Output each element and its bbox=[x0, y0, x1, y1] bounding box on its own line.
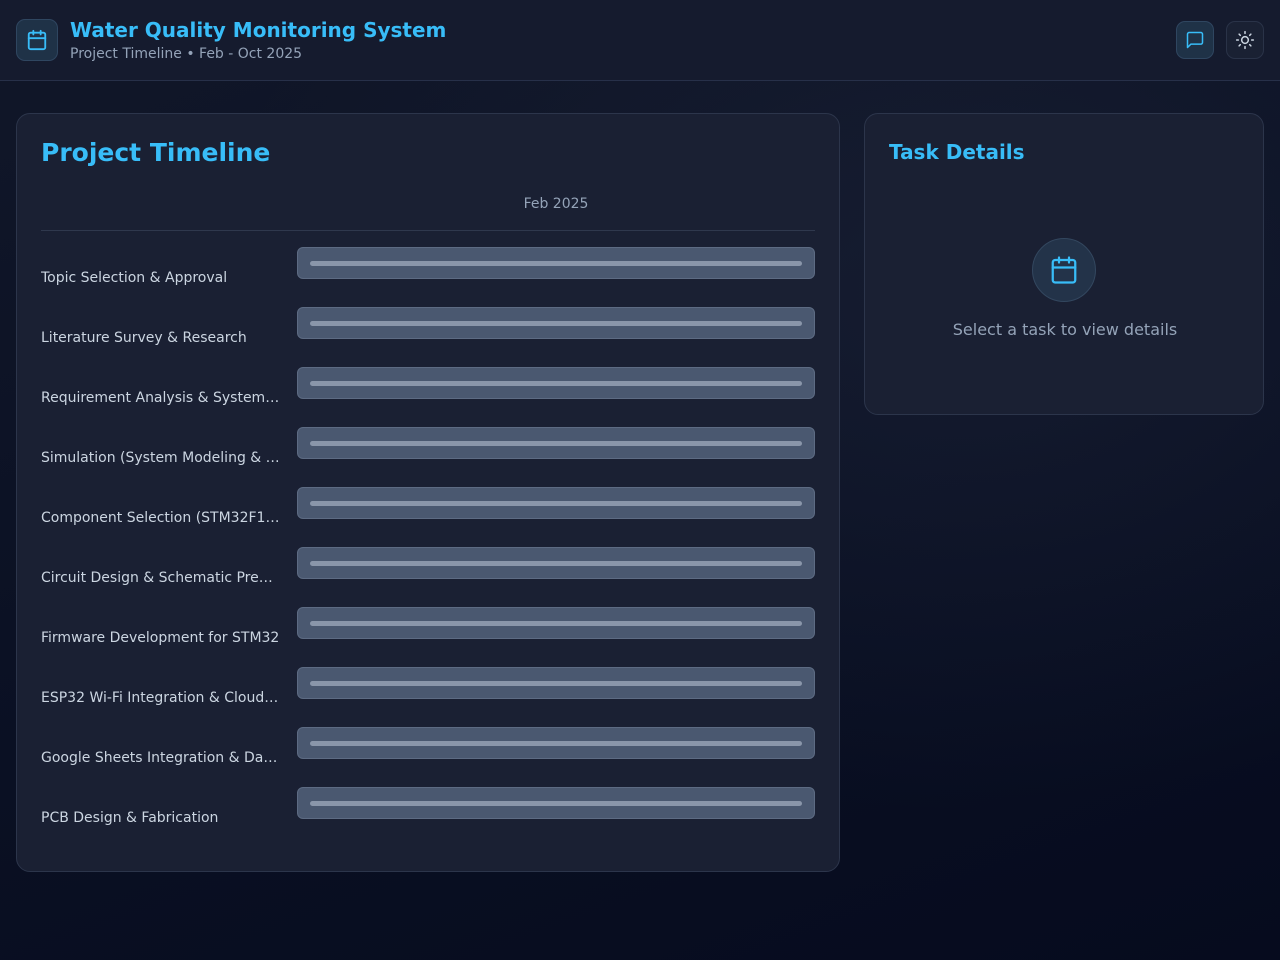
timeline-title: Project Timeline bbox=[41, 138, 271, 167]
task-progress bbox=[310, 741, 802, 746]
empty-state-text: Select a task to view details bbox=[952, 320, 1178, 339]
task-bar[interactable] bbox=[297, 727, 815, 759]
task-bar[interactable] bbox=[297, 247, 815, 279]
details-title: Task Details bbox=[889, 140, 1025, 164]
task-progress bbox=[310, 621, 802, 626]
theme-toggle-button[interactable] bbox=[1226, 21, 1264, 59]
task-row[interactable]: ESP32 Wi-Fi Integration & Cloud Upload bbox=[41, 667, 815, 707]
timeline-divider bbox=[41, 230, 815, 231]
app-subtitle: Project Timeline • Feb - Oct 2025 bbox=[70, 46, 303, 62]
sun-icon bbox=[1235, 30, 1255, 50]
task-bar[interactable] bbox=[297, 607, 815, 639]
task-bar[interactable] bbox=[297, 547, 815, 579]
task-label: Google Sheets Integration & Data Logging bbox=[41, 750, 281, 766]
task-label: ESP32 Wi-Fi Integration & Cloud Upload bbox=[41, 690, 281, 706]
chat-button[interactable] bbox=[1176, 21, 1214, 59]
app-header: Water Quality Monitoring System Project … bbox=[0, 0, 1280, 81]
task-row[interactable]: Google Sheets Integration & Data Logging bbox=[41, 727, 815, 767]
task-row[interactable]: PCB Design & Fabrication bbox=[41, 787, 815, 827]
task-progress bbox=[310, 441, 802, 446]
month-label: Feb 2025 bbox=[523, 196, 589, 212]
app-title: Water Quality Monitoring System bbox=[70, 18, 447, 42]
timeline-card: Project Timeline Feb 2025 Topic Selectio… bbox=[16, 113, 840, 872]
task-row[interactable]: Component Selection (STM32F103, ESP32, S… bbox=[41, 487, 815, 527]
task-row[interactable]: Simulation (System Modeling & Testing) bbox=[41, 427, 815, 467]
task-row[interactable]: Topic Selection & Approval bbox=[41, 247, 815, 287]
calendar-icon bbox=[16, 19, 58, 61]
task-bar[interactable] bbox=[297, 367, 815, 399]
task-progress bbox=[310, 681, 802, 686]
task-bar[interactable] bbox=[297, 667, 815, 699]
task-bar[interactable] bbox=[297, 427, 815, 459]
task-progress bbox=[310, 501, 802, 506]
task-label: Component Selection (STM32F103, ESP32, S… bbox=[41, 510, 281, 526]
task-progress bbox=[310, 561, 802, 566]
calendar-icon bbox=[1032, 238, 1096, 302]
task-bar[interactable] bbox=[297, 487, 815, 519]
task-label: Simulation (System Modeling & Testing) bbox=[41, 450, 281, 466]
task-bar[interactable] bbox=[297, 787, 815, 819]
task-progress bbox=[310, 261, 802, 266]
task-label: Literature Survey & Research bbox=[41, 330, 247, 346]
task-row[interactable]: Requirement Analysis & System Design bbox=[41, 367, 815, 407]
task-row[interactable]: Firmware Development for STM32 bbox=[41, 607, 815, 647]
task-label: Requirement Analysis & System Design bbox=[41, 390, 281, 406]
task-label: Circuit Design & Schematic Preparation bbox=[41, 570, 281, 586]
message-square-icon bbox=[1186, 31, 1204, 49]
task-label: Firmware Development for STM32 bbox=[41, 630, 280, 646]
task-row[interactable]: Circuit Design & Schematic Preparation bbox=[41, 547, 815, 587]
task-progress bbox=[310, 381, 802, 386]
task-progress bbox=[310, 801, 802, 806]
task-row[interactable]: Literature Survey & Research bbox=[41, 307, 815, 347]
task-label: PCB Design & Fabrication bbox=[41, 810, 219, 826]
task-bar[interactable] bbox=[297, 307, 815, 339]
task-details-card: Task Details Select a task to view detai… bbox=[864, 113, 1264, 415]
task-progress bbox=[310, 321, 802, 326]
task-label: Topic Selection & Approval bbox=[41, 270, 228, 286]
